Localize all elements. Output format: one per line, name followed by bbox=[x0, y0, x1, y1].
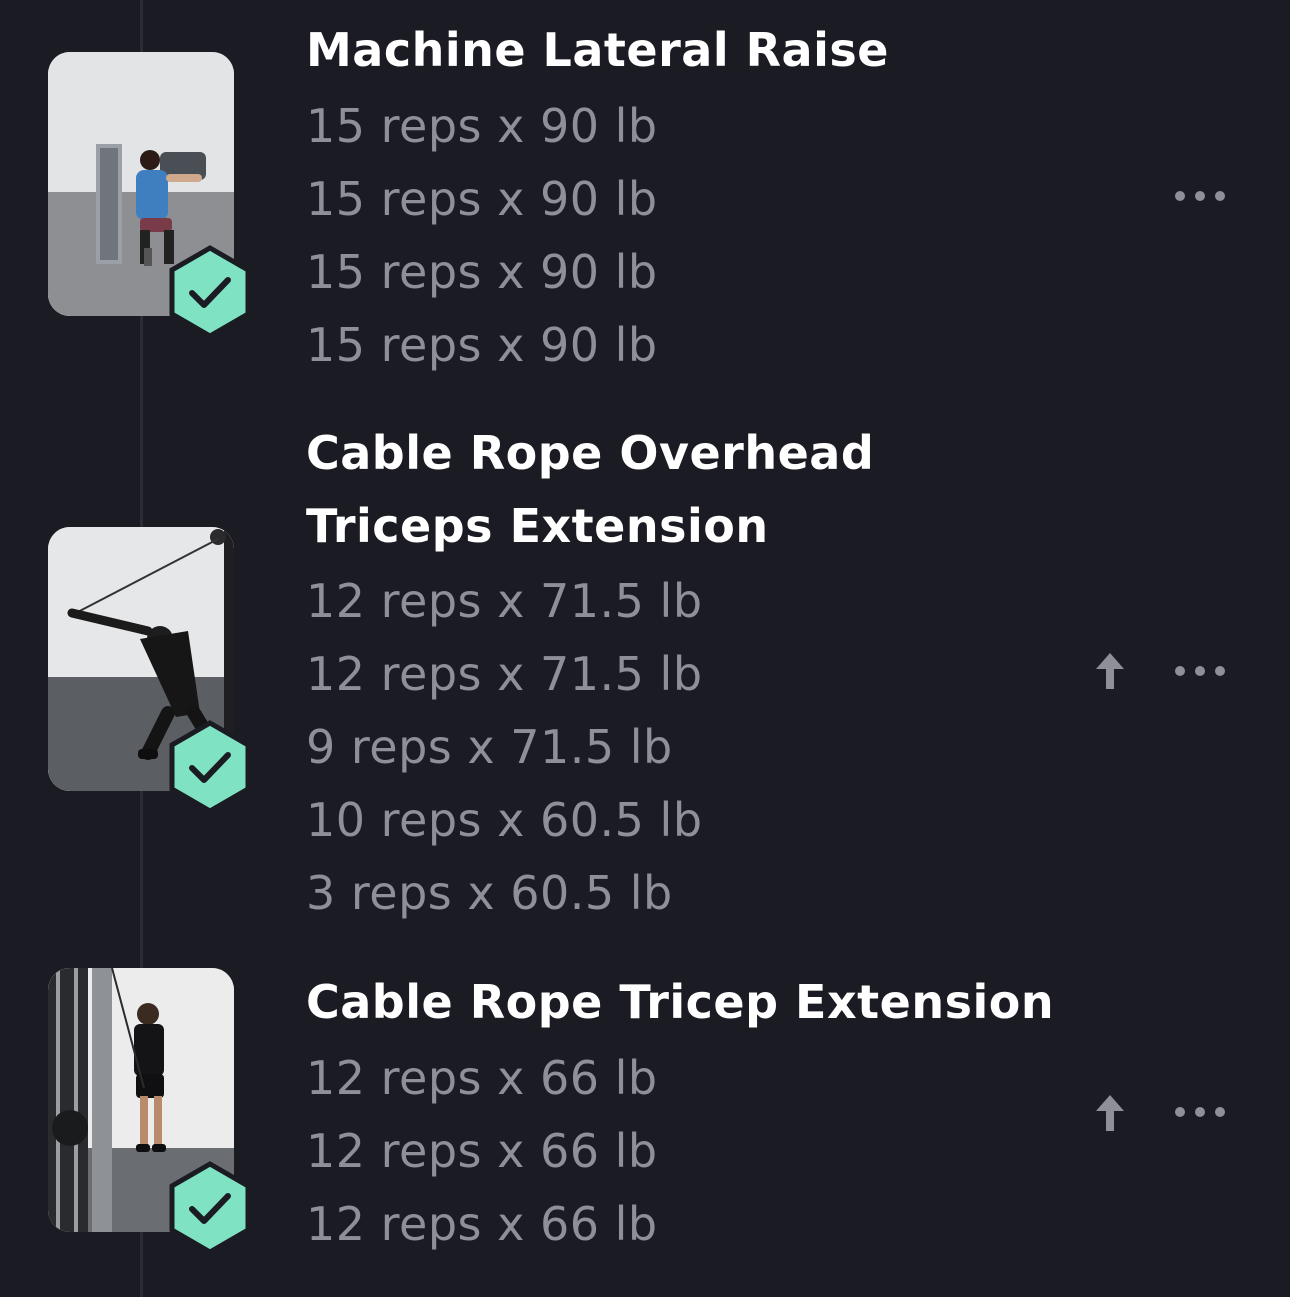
more-horizontal-icon bbox=[1175, 1107, 1225, 1117]
check-hexagon-icon bbox=[166, 244, 254, 340]
check-hexagon-icon bbox=[166, 1160, 254, 1256]
set-row: 15 reps x 90 lb bbox=[306, 318, 658, 372]
arrow-up-icon bbox=[1096, 1095, 1124, 1131]
arrow-up-icon bbox=[1096, 653, 1124, 689]
set-row: 12 reps x 66 lb bbox=[306, 1051, 658, 1105]
set-row: 12 reps x 71.5 lb bbox=[306, 574, 703, 628]
more-options-button[interactable] bbox=[1168, 1092, 1232, 1132]
set-row: 12 reps x 66 lb bbox=[306, 1197, 658, 1251]
exercise-title[interactable]: Cable Rope Tricep Extension bbox=[306, 966, 1066, 1039]
set-row: 3 reps x 60.5 lb bbox=[306, 866, 673, 920]
set-list: 12 reps x 71.5 lb 12 reps x 71.5 lb 9 re… bbox=[306, 565, 703, 930]
set-row: 15 reps x 90 lb bbox=[306, 245, 658, 299]
move-up-button[interactable] bbox=[1088, 1089, 1132, 1137]
exercise-title[interactable]: Cable Rope Overhead Triceps Extension bbox=[306, 417, 1066, 563]
set-row: 9 reps x 71.5 lb bbox=[306, 720, 673, 774]
check-hexagon-icon bbox=[166, 719, 254, 815]
set-row: 10 reps x 60.5 lb bbox=[306, 793, 703, 847]
set-row: 15 reps x 90 lb bbox=[306, 99, 658, 153]
more-horizontal-icon bbox=[1175, 191, 1225, 201]
set-list: 15 reps x 90 lb 15 reps x 90 lb 15 reps … bbox=[306, 90, 658, 382]
move-up-button[interactable] bbox=[1088, 647, 1132, 695]
set-row: 12 reps x 71.5 lb bbox=[306, 647, 703, 701]
set-row: 15 reps x 90 lb bbox=[306, 172, 658, 226]
more-options-button[interactable] bbox=[1168, 651, 1232, 691]
set-row: 12 reps x 66 lb bbox=[306, 1124, 658, 1178]
more-horizontal-icon bbox=[1175, 666, 1225, 676]
more-options-button[interactable] bbox=[1168, 176, 1232, 216]
workout-exercise-list: Machine Lateral Raise 15 reps x 90 lb 15… bbox=[0, 0, 1290, 1297]
set-list: 12 reps x 66 lb 12 reps x 66 lb 12 reps … bbox=[306, 1042, 658, 1261]
exercise-title[interactable]: Machine Lateral Raise bbox=[306, 14, 1066, 87]
